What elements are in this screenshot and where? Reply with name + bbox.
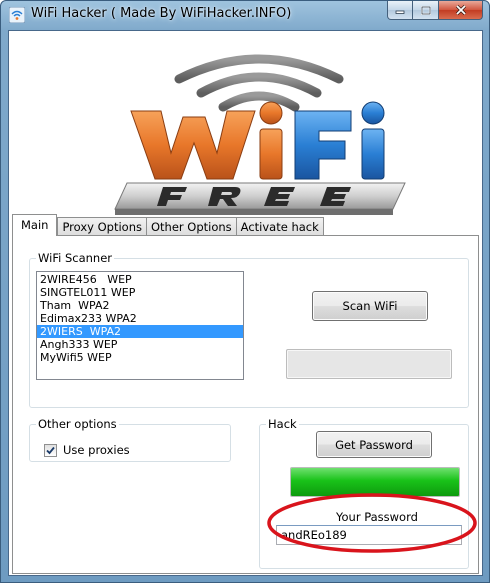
use-proxies-row[interactable]: Use proxies bbox=[44, 443, 130, 457]
close-button[interactable] bbox=[439, 1, 483, 20]
wifi-app-icon bbox=[9, 7, 25, 23]
network-item[interactable]: 2WIRE456 WEP bbox=[37, 273, 243, 286]
use-proxies-label: Use proxies bbox=[63, 443, 130, 457]
client-area: Main Proxy Options Other Options Activat… bbox=[8, 30, 483, 576]
other-options-group: Other options Use proxies bbox=[29, 417, 231, 462]
minimize-icon bbox=[395, 10, 405, 14]
window-frame: WiFi Hacker ( Made By WiFiHacker.INFO) M… bbox=[0, 0, 490, 583]
tab-main[interactable]: Main bbox=[12, 214, 58, 236]
wifi-network-list[interactable]: 2WIRE456 WEP SINGTEL011 WEP Tham WPA2 Ed… bbox=[36, 271, 244, 380]
wifi-scanner-title: WiFi Scanner bbox=[36, 251, 114, 265]
checkmark-icon bbox=[46, 446, 55, 454]
window-title: WiFi Hacker ( Made By WiFiHacker.INFO) bbox=[31, 6, 292, 21]
scan-progress-bar bbox=[286, 349, 452, 379]
tab-activate-hack[interactable]: Activate hack bbox=[235, 217, 324, 236]
scan-wifi-button[interactable]: Scan WiFi bbox=[312, 291, 428, 321]
network-item-selected[interactable]: 2WIERS WPA2 bbox=[37, 325, 243, 338]
title-bar[interactable]: WiFi Hacker ( Made By WiFiHacker.INFO) bbox=[1, 1, 489, 29]
wifi-scanner-group: WiFi Scanner 2WIRE456 WEP SINGTEL011 WEP… bbox=[29, 251, 469, 408]
hack-title: Hack bbox=[266, 417, 299, 431]
hack-progress-fill bbox=[291, 468, 459, 496]
tab-strip: Main Proxy Options Other Options Activat… bbox=[12, 214, 324, 236]
network-item[interactable]: Angh333 WEP bbox=[37, 338, 243, 351]
your-password-label: Your Password bbox=[336, 510, 418, 524]
hack-progress-bar bbox=[290, 467, 460, 497]
tab-other-options[interactable]: Other Options bbox=[145, 217, 237, 236]
minimize-button[interactable] bbox=[387, 1, 413, 20]
maximize-button[interactable] bbox=[413, 1, 439, 20]
wifi-free-logo bbox=[114, 54, 406, 215]
network-item[interactable]: Edimax233 WPA2 bbox=[37, 312, 243, 325]
password-field[interactable] bbox=[276, 525, 462, 545]
get-password-button[interactable]: Get Password bbox=[316, 431, 432, 458]
tab-proxy-options[interactable]: Proxy Options bbox=[57, 217, 147, 236]
close-icon bbox=[455, 5, 466, 15]
hack-group: Hack Get Password Your Password bbox=[259, 417, 469, 569]
network-item[interactable]: Tham WPA2 bbox=[37, 299, 243, 312]
caption-buttons bbox=[387, 1, 483, 21]
network-item[interactable]: MyWifi5 WEP bbox=[37, 351, 243, 364]
maximize-icon bbox=[420, 5, 431, 15]
other-options-title: Other options bbox=[36, 417, 119, 431]
network-item[interactable]: SINGTEL011 WEP bbox=[37, 286, 243, 299]
use-proxies-checkbox[interactable] bbox=[44, 443, 57, 457]
main-tab-panel: WiFi Scanner 2WIRE456 WEP SINGTEL011 WEP… bbox=[12, 235, 479, 574]
